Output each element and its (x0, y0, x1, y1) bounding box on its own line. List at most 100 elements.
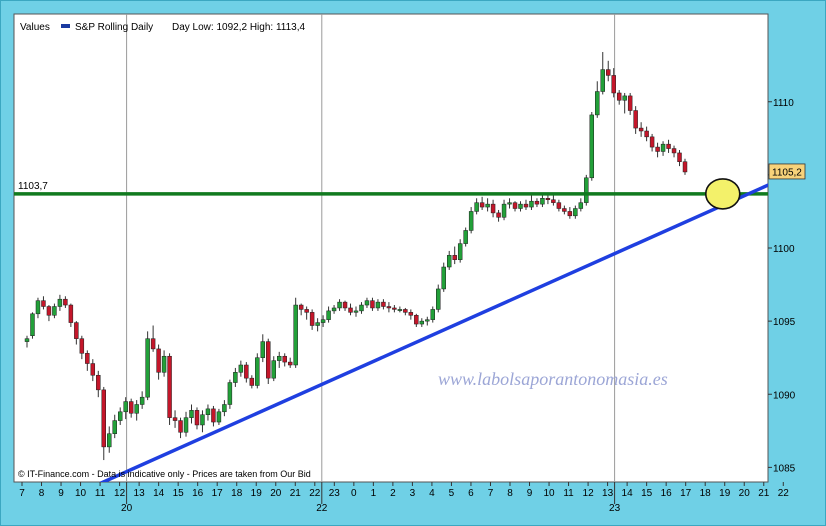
candle-body (282, 355, 287, 363)
candle-body (644, 130, 649, 138)
candle-body (68, 304, 74, 323)
candle-body (479, 202, 485, 208)
candle-body (468, 211, 474, 231)
candle-body (304, 309, 309, 313)
x-tick-label: 21 (758, 488, 770, 499)
candle-body (682, 161, 688, 173)
x-tick-label: 7 (488, 488, 494, 499)
candle-body (57, 298, 63, 307)
last-price-value: 1105,2 (772, 167, 802, 178)
candle-body (370, 300, 375, 309)
x-tick-label: 16 (192, 488, 204, 499)
candle-body (638, 127, 644, 132)
candle-body (496, 212, 501, 218)
candle-body (222, 404, 227, 413)
candle-body (41, 300, 46, 307)
candle-body (205, 408, 211, 415)
candle-body (425, 319, 430, 322)
x-tick-label: 9 (58, 488, 64, 499)
x-tick-label: 4 (429, 488, 435, 499)
last-price-tag: 1105,2 (768, 163, 806, 180)
candle-body (529, 200, 534, 208)
candle-body (534, 200, 540, 205)
legend-series-swatch (61, 24, 70, 28)
x-tick-label: 12 (114, 488, 126, 499)
x-tick-label: 8 (39, 488, 45, 499)
y-tick-label: 1110 (773, 98, 794, 109)
candle-body (134, 404, 139, 414)
x-tick-label: 5 (449, 488, 455, 499)
candle-body (233, 372, 238, 383)
candle-body (216, 411, 222, 423)
candle-body (474, 202, 479, 212)
candle-body (666, 143, 671, 149)
candle-body (90, 363, 96, 376)
candle-body (397, 309, 403, 311)
candle-body (342, 301, 348, 309)
candle-body (255, 357, 260, 386)
candle-body (463, 230, 468, 244)
candle-body (403, 309, 408, 313)
candle-body (518, 203, 523, 209)
candle-body (671, 148, 677, 154)
candle-body (364, 300, 370, 306)
candle-body (556, 202, 562, 209)
candle-body (85, 353, 90, 364)
reference-line-label: 1103,7 (18, 181, 48, 192)
x-tick-label: 20 (739, 488, 751, 499)
x-tick-label: 11 (95, 488, 106, 499)
x-tick-label: 18 (700, 488, 712, 499)
x-tick-label: 13 (134, 488, 146, 499)
candle-body (337, 301, 342, 309)
candle-body (145, 338, 150, 398)
candle-body (172, 417, 178, 421)
x-tick-label: 13 (602, 488, 614, 499)
x-tick-label: 19 (719, 488, 731, 499)
candle-body (649, 136, 655, 148)
x-date-label: 23 (609, 503, 621, 514)
candle-body (96, 374, 101, 391)
x-hour-ticks: 7 8 9 10 11 12 13 14 15 16 17 18 19 20 21 22 23 0 1 2 3 4 5 6 7 8… (19, 482, 789, 499)
candle-body (436, 288, 441, 310)
candle-body (441, 266, 446, 290)
candle-body (562, 208, 567, 212)
y-tick-label: 1095 (773, 317, 796, 328)
candle-body (386, 306, 392, 309)
candle-body (348, 307, 353, 313)
candle-body (551, 199, 556, 203)
candle-body (414, 315, 419, 325)
legend-range-text: Day Low: 1092,2 High: 1113,4 (172, 22, 305, 33)
candle-body (79, 338, 85, 354)
x-tick-label: 15 (641, 488, 653, 499)
candle-body (419, 320, 425, 325)
x-tick-label: 14 (153, 488, 165, 499)
candle-body (128, 401, 134, 414)
candle-body (52, 306, 57, 316)
x-tick-label: 10 (543, 488, 555, 499)
candle-body (117, 411, 123, 421)
candle-body (194, 410, 200, 426)
candle-body (457, 243, 463, 260)
candle-body (46, 306, 52, 316)
x-date-label: 20 (121, 503, 133, 514)
candle-body (490, 203, 496, 214)
candle-body (260, 341, 266, 358)
y-axis-ticks: 108510901095110011051110 (768, 98, 796, 474)
candle-body (287, 361, 293, 366)
x-tick-label: 9 (527, 488, 533, 499)
x-tick-label: 16 (661, 488, 673, 499)
candle-body (315, 322, 320, 326)
candle-body (359, 304, 364, 312)
candle-body (244, 364, 249, 379)
candle-body (24, 338, 30, 342)
candle-body (655, 146, 660, 152)
candle-body (622, 95, 627, 101)
watermark: www.labolsaporantonomasia.es (438, 369, 668, 389)
x-tick-label: 14 (622, 488, 634, 499)
candle-body (540, 198, 545, 205)
candle-body (606, 69, 611, 76)
candle-body (353, 310, 359, 313)
x-tick-label: 18 (231, 488, 243, 499)
candle-body (660, 143, 666, 152)
candle-body (523, 203, 529, 208)
